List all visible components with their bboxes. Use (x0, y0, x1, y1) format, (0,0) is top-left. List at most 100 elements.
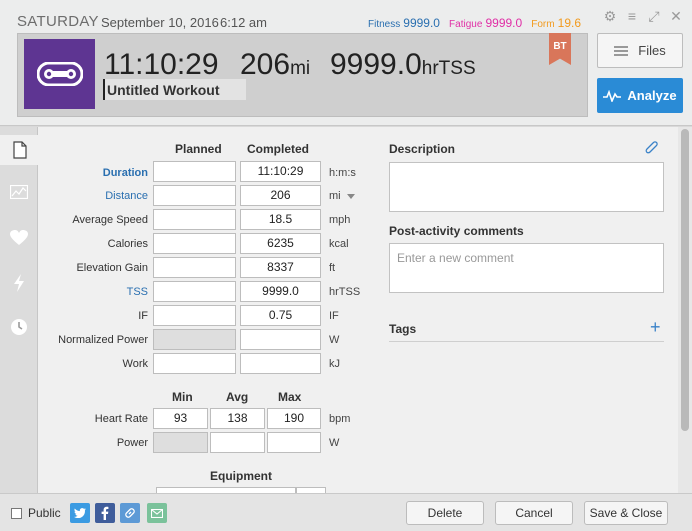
summary-distance-unit: mi (290, 58, 311, 79)
lightning-icon (14, 274, 24, 292)
avg-speed-label: Average Speed (72, 214, 148, 226)
power-max-input[interactable] (267, 432, 321, 453)
duration-label[interactable]: Duration (38, 167, 148, 179)
menu-icon[interactable]: ≡ (624, 8, 640, 25)
tab-history[interactable] (0, 312, 38, 342)
tss-planned-input[interactable] (153, 281, 236, 302)
delete-button[interactable]: Delete (406, 501, 484, 525)
workout-header: SATURDAY September 10, 2016 6:12 am Fitn… (0, 0, 692, 126)
elevation-unit: ft (329, 262, 336, 274)
work-planned-input[interactable] (153, 353, 236, 374)
add-tag-icon[interactable]: + (650, 317, 661, 338)
comment-input[interactable]: Enter a new comment (389, 243, 664, 293)
if-planned-input[interactable] (153, 305, 236, 326)
fitness-value: 9999.0 (403, 16, 440, 30)
link-icon[interactable] (120, 503, 140, 523)
fatigue-value: 9999.0 (485, 16, 523, 30)
close-icon[interactable]: ✕ (668, 8, 684, 25)
tab-power[interactable] (0, 268, 38, 298)
files-button[interactable]: Files (597, 33, 683, 68)
tab-charts[interactable] (0, 177, 38, 207)
window-controls: ⚙ ≡ ⤢ ✕ (602, 8, 684, 25)
distance-label[interactable]: Distance (38, 190, 148, 202)
col-avg: Avg (226, 390, 249, 404)
file-list-icon (614, 45, 629, 56)
np-label: Normalized Power (58, 334, 148, 346)
hr-max-input[interactable]: 190 (267, 408, 321, 429)
avg-speed-completed-input[interactable]: 18.5 (240, 209, 321, 230)
hr-min-input[interactable]: 93 (153, 408, 208, 429)
workout-date[interactable]: September 10, 2016 (101, 15, 219, 30)
hr-unit: bpm (329, 413, 351, 425)
calories-completed-input[interactable]: 6235 (240, 233, 321, 254)
comments-label: Post-activity comments (389, 224, 524, 238)
scrollbar-thumb[interactable] (681, 129, 689, 431)
analyze-button[interactable]: Analyze (597, 78, 683, 113)
workout-time[interactable]: 6:12 am (220, 15, 267, 30)
workout-summary: 11:10:29 206mi 9999.0hrTSS BT (17, 33, 588, 117)
twitter-icon[interactable] (70, 503, 90, 523)
distance-completed-input[interactable]: 206 (240, 185, 321, 206)
chart-icon (10, 185, 28, 199)
elevation-completed-input[interactable]: 8337 (240, 257, 321, 278)
email-icon[interactable] (147, 503, 167, 523)
elevation-planned-input[interactable] (153, 257, 236, 278)
tags-divider (389, 341, 664, 342)
form-value: 19.6 (557, 16, 581, 30)
heart-icon (10, 230, 28, 245)
col-planned: Planned (175, 142, 222, 156)
clock-icon (11, 319, 27, 335)
description-textarea[interactable] (389, 162, 664, 212)
gear-icon[interactable]: ⚙ (602, 8, 618, 25)
bt-badge[interactable]: BT (549, 33, 571, 65)
avg-speed-planned-input[interactable] (153, 209, 236, 230)
summary-distance-value: 206 (240, 48, 291, 81)
avg-speed-unit: mph (329, 214, 351, 226)
if-completed-input[interactable]: 0.75 (240, 305, 321, 326)
tags-label: Tags (389, 322, 417, 336)
distance-unit: mi (329, 190, 341, 202)
tss-unit: hrTSS (329, 286, 361, 298)
elevation-label: Elevation Gain (76, 262, 148, 274)
work-label: Work (122, 358, 148, 370)
paperclip-icon[interactable] (645, 141, 659, 157)
cancel-button[interactable]: Cancel (495, 501, 573, 525)
distance-unit-select[interactable]: mi (329, 190, 355, 202)
workout-title-input[interactable] (103, 79, 246, 100)
distance-planned-input[interactable] (153, 185, 236, 206)
tss-completed-input[interactable]: 9999.0 (240, 281, 321, 302)
tss-label[interactable]: TSS (38, 286, 148, 298)
work-completed-input[interactable] (240, 353, 321, 374)
expand-icon[interactable]: ⤢ (646, 8, 662, 25)
tab-summary[interactable] (0, 135, 39, 165)
np-planned-input (153, 329, 236, 350)
analyze-button-label: Analyze (627, 88, 677, 103)
facebook-icon[interactable] (95, 503, 115, 523)
np-completed-input[interactable] (240, 329, 321, 350)
save-close-button[interactable]: Save & Close (584, 501, 668, 525)
hr-avg-input[interactable]: 138 (210, 408, 265, 429)
calories-planned-input[interactable] (153, 233, 236, 254)
files-button-label: Files (638, 43, 666, 58)
panel-scrollbar[interactable] (678, 127, 692, 493)
power-unit: W (329, 437, 340, 449)
summary-distance: 206mi (240, 48, 310, 82)
duration-completed-input[interactable]: 11:10:29 (240, 161, 321, 182)
calories-unit: kcal (329, 238, 349, 250)
calories-label: Calories (107, 238, 148, 250)
summary-tss-value: 9999.0 (330, 48, 422, 81)
bike-icon[interactable] (24, 39, 95, 109)
power-label: Power (116, 437, 148, 449)
power-min-input (153, 432, 208, 453)
summary-tss-unit: hrTSS (421, 58, 476, 79)
power-avg-input[interactable] (210, 432, 265, 453)
side-tabs (0, 127, 39, 493)
public-checkbox[interactable] (11, 508, 22, 519)
workout-day: SATURDAY (17, 13, 99, 30)
tab-health[interactable] (0, 223, 38, 253)
work-unit: kJ (329, 358, 340, 370)
duration-planned-input[interactable] (153, 161, 236, 182)
summary-tss: 9999.0hrTSS (330, 48, 476, 82)
description-label: Description (389, 142, 456, 156)
fitness-label: Fitness (367, 19, 401, 30)
